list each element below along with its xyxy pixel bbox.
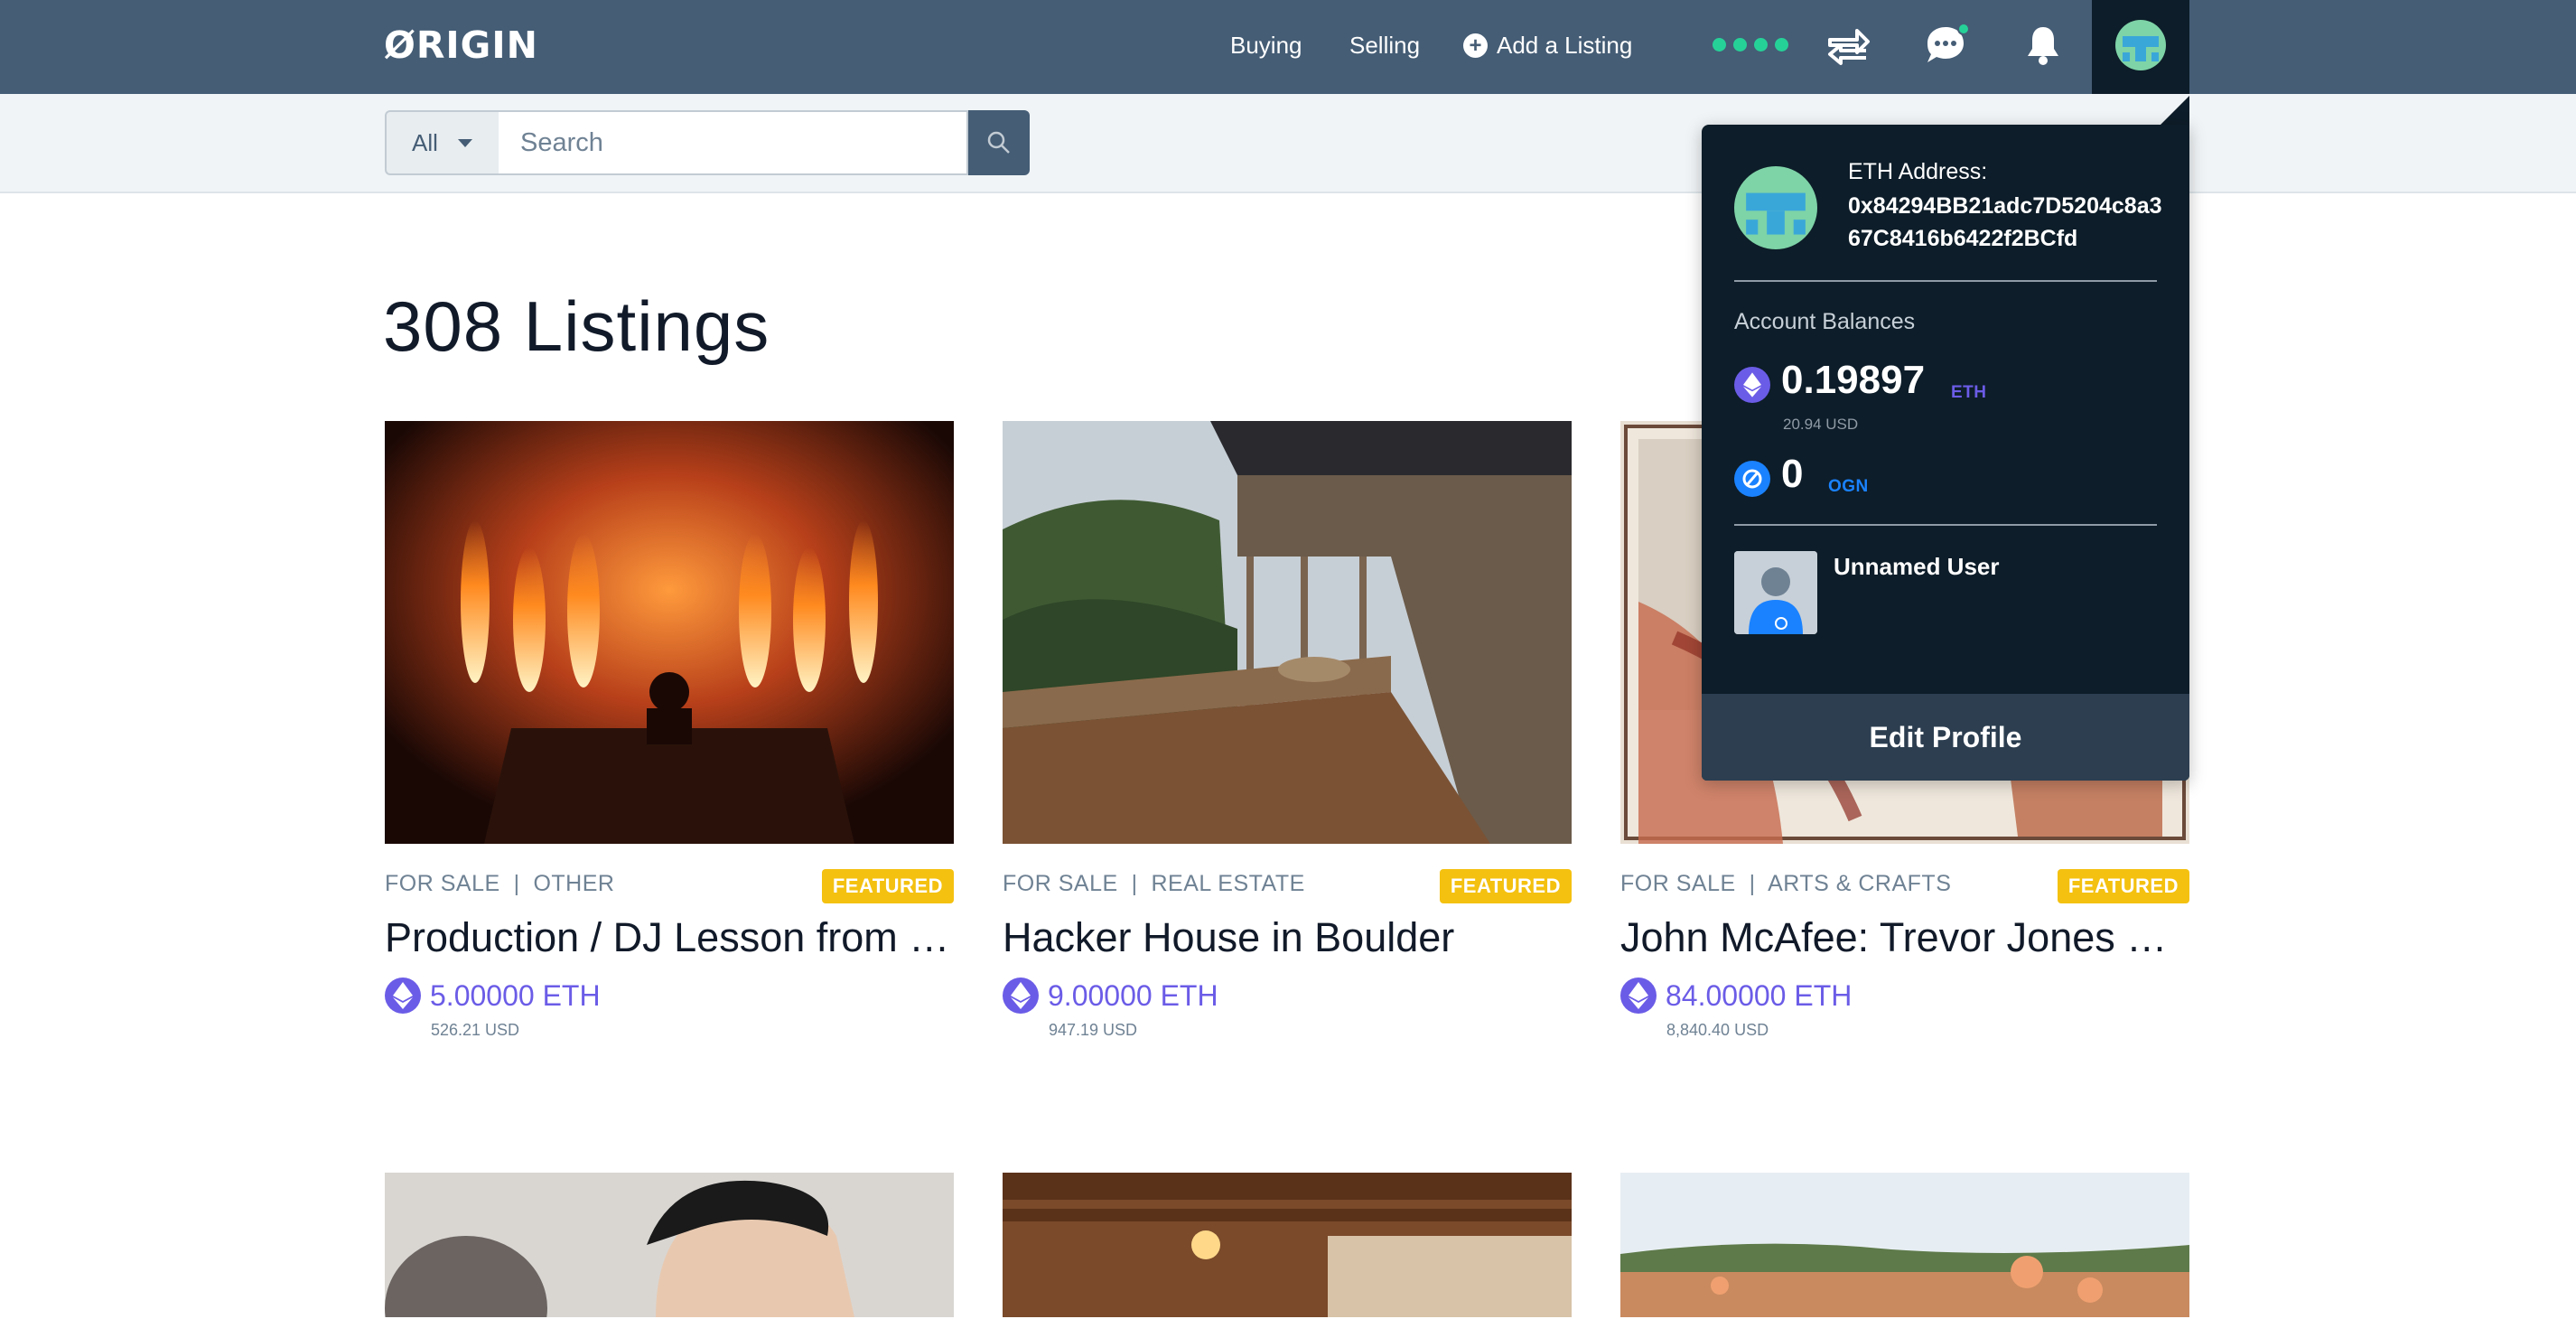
ogn-icon	[1734, 461, 1770, 497]
eth-address-value[interactable]: 0x84294BB21adc7D5204c8a367C8416b6422f2BC…	[1848, 190, 2164, 255]
nav-buying-link[interactable]: Buying	[1230, 25, 1302, 65]
chat-icon[interactable]	[1922, 20, 1973, 70]
eth-icon	[1620, 978, 1657, 1014]
plus-circle-icon: +	[1463, 33, 1488, 58]
ogn-balance: 0	[1781, 452, 1804, 496]
status-dot	[1775, 38, 1788, 51]
price-eth: 84.00000 ETH	[1666, 978, 1853, 1012]
nav-selling-link[interactable]: Selling	[1349, 25, 1420, 65]
listing-card[interactable]: FOR SALE | OTHER FEATURED Production / D…	[385, 421, 954, 1039]
meta-separator: |	[513, 871, 520, 896]
listing-type: FOR SALE	[385, 871, 500, 896]
category-label: ARTS & CRAFTS	[1768, 871, 1952, 896]
account-balances-label: Account Balances	[1734, 309, 1916, 334]
listing-price: 5.00000 ETH	[385, 978, 601, 1014]
identicon-avatar-icon[interactable]	[2115, 20, 2166, 70]
listing-title[interactable]: Production / DJ Lesson from …	[385, 914, 954, 961]
listing-card-image-partial[interactable]	[1003, 1173, 1572, 1317]
ogn-symbol: OGN	[1828, 477, 1869, 496]
identicon-avatar-icon	[1734, 166, 1817, 249]
eth-symbol: ETH	[1951, 383, 1987, 402]
connection-status-dots-icon[interactable]	[1713, 38, 1788, 51]
eth-icon	[1003, 978, 1039, 1014]
bell-icon[interactable]	[2018, 20, 2068, 70]
top-navbar: ØRIGIN Buying Selling + Add a Listing	[0, 0, 2576, 94]
status-dot	[1733, 38, 1747, 51]
category-selected-value: All	[412, 128, 438, 156]
listing-type: FOR SALE	[1620, 871, 1736, 896]
listing-title[interactable]: John McAfee: Trevor Jones O…	[1620, 914, 2189, 961]
featured-badge: FEATURED	[821, 869, 954, 903]
transfer-icon[interactable]	[1823, 20, 1873, 70]
edit-profile-button[interactable]: Edit Profile	[1702, 694, 2189, 781]
meta-separator: |	[1131, 871, 1138, 896]
price-usd: 947.19 USD	[1049, 1021, 1138, 1039]
divider	[1734, 280, 2157, 282]
listing-card-image-partial[interactable]	[385, 1173, 954, 1317]
eth-address-label: ETH Address:	[1848, 159, 1988, 184]
listing-type: FOR SALE	[1003, 871, 1118, 896]
user-avatar	[1734, 551, 1817, 634]
category-label: REAL ESTATE	[1151, 871, 1305, 896]
meta-separator: |	[1749, 871, 1756, 896]
status-dot	[1713, 38, 1726, 51]
listing-title[interactable]: Hacker House in Boulder	[1003, 914, 1572, 961]
category-select[interactable]: All	[385, 110, 500, 175]
eth-icon	[1734, 367, 1770, 403]
status-dot	[1754, 38, 1768, 51]
search-button[interactable]	[968, 110, 1030, 175]
price-eth: 5.00000 ETH	[430, 978, 601, 1012]
listings-count-heading: 308 Listings	[383, 286, 770, 366]
eth-balance: 0.19897	[1781, 358, 1926, 402]
origin-logo[interactable]: ØRIGIN	[384, 22, 538, 69]
caret-down-icon	[457, 138, 472, 147]
listing-category: FOR SALE | OTHER	[385, 871, 614, 897]
price-usd: 526.21 USD	[431, 1021, 520, 1039]
featured-badge: FEATURED	[1439, 869, 1572, 903]
listing-card-image-partial[interactable]	[1620, 1173, 2189, 1317]
add-listing-link[interactable]: + Add a Listing	[1463, 25, 1632, 65]
price-eth: 9.00000 ETH	[1048, 978, 1218, 1012]
account-dropdown: ETH Address: 0x84294BB21adc7D5204c8a367C…	[1702, 125, 2189, 781]
featured-badge: FEATURED	[2057, 869, 2189, 903]
listing-category: FOR SALE | ARTS & CRAFTS	[1620, 871, 1951, 897]
listing-image[interactable]	[385, 421, 954, 844]
listing-price: 84.00000 ETH	[1620, 978, 1852, 1014]
listing-price: 9.00000 ETH	[1003, 978, 1218, 1014]
search-input[interactable]	[499, 110, 968, 175]
listing-category: FOR SALE | REAL ESTATE	[1003, 871, 1305, 897]
price-usd: 8,840.40 USD	[1666, 1021, 1769, 1039]
search-icon	[987, 131, 1010, 154]
search-bar: All	[0, 94, 2576, 193]
add-listing-label: Add a Listing	[1497, 32, 1633, 59]
dropdown-pointer	[2159, 96, 2189, 126]
eth-usd-value: 20.94 USD	[1783, 416, 1859, 433]
category-label: OTHER	[533, 871, 615, 896]
listing-card[interactable]: FOR SALE | REAL ESTATE FEATURED Hacker H…	[1003, 421, 1572, 1039]
user-name: Unnamed User	[1834, 553, 2000, 580]
divider	[1734, 524, 2157, 526]
eth-icon	[385, 978, 421, 1014]
listing-image[interactable]	[1003, 421, 1572, 844]
